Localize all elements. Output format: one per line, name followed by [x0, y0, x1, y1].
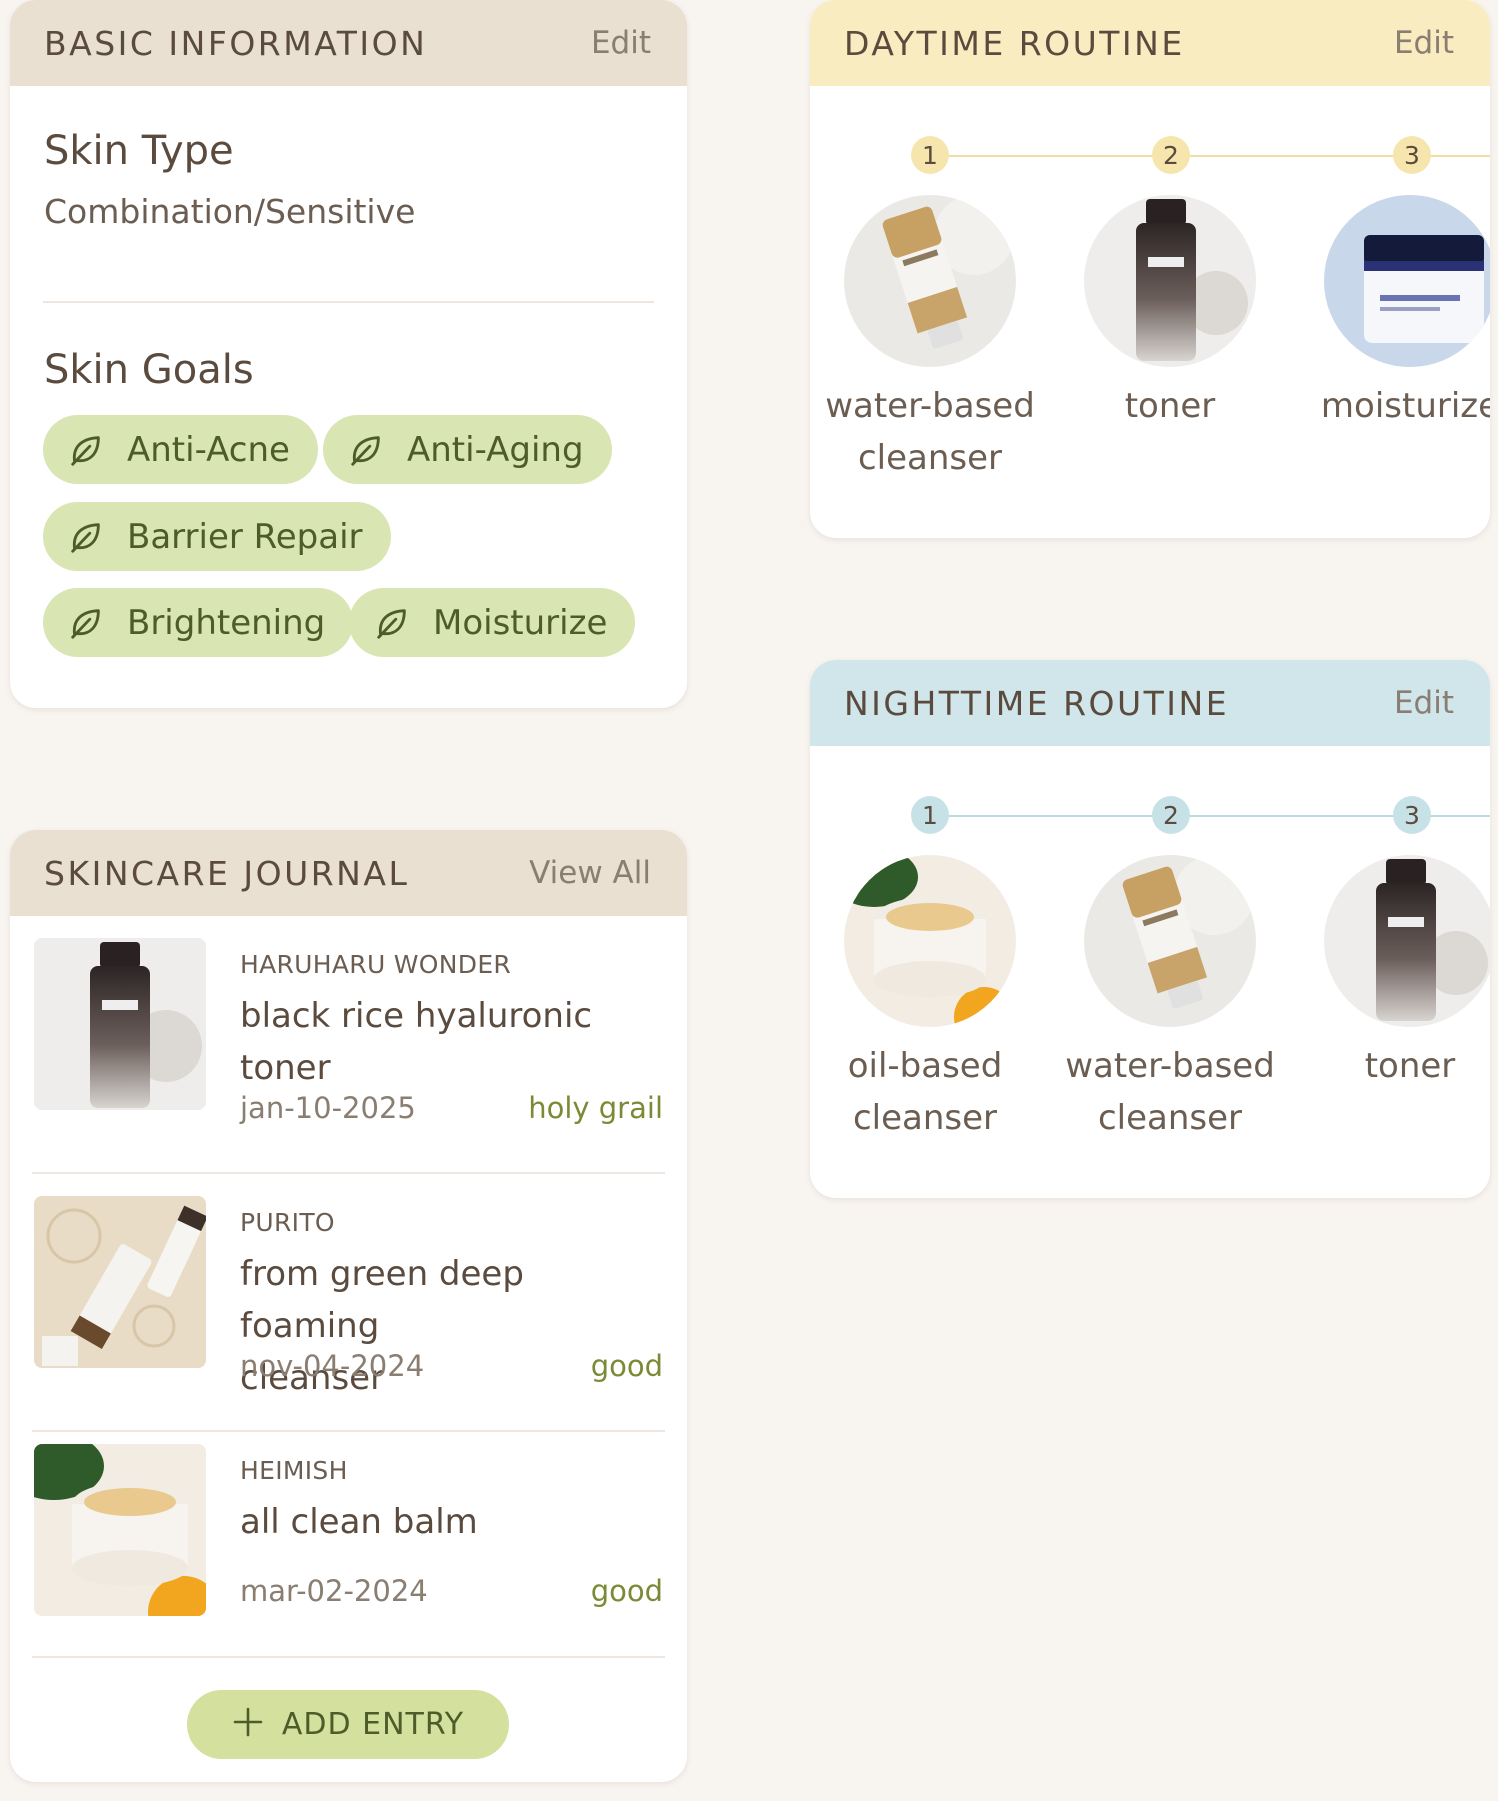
goal-chip-anti-acne[interactable]: Anti-Acne	[43, 415, 318, 484]
goal-chip-anti-aging[interactable]: Anti-Aging	[323, 415, 612, 484]
skin-goals-title: Skin Goals	[44, 347, 254, 393]
step-label: oil-based cleanser	[847, 1046, 1003, 1138]
goal-chip-barrier-repair[interactable]: Barrier Repair	[43, 502, 391, 571]
skin-type-value: Combination/Sensitive	[44, 192, 416, 231]
skincare-journal-header: SKINCARE JOURNAL View All	[10, 830, 687, 916]
basic-edit-button[interactable]: Edit	[591, 25, 651, 61]
product-image-balm-jar[interactable]	[844, 855, 1016, 1027]
journal-entry[interactable]: PURITO from green deep foaming cleanser n…	[10, 1174, 687, 1432]
basic-information-card: BASIC INFORMATION Edit Skin Type Combina…	[10, 0, 687, 708]
product-image-cleanser-tube[interactable]	[1084, 855, 1256, 1027]
entry-brand: HEIMISH	[240, 1456, 348, 1485]
goal-chip-label: Barrier Repair	[127, 516, 363, 557]
product-image-cleanser-tube[interactable]	[844, 195, 1016, 367]
entry-brand: PURITO	[240, 1208, 335, 1237]
nighttime-routine-header: NIGHTTIME ROUTINE Edit	[810, 660, 1490, 746]
nighttime-routine-card: NIGHTTIME ROUTINE Edit 1 2 3 oil-based cl…	[810, 660, 1490, 1198]
goal-chip-label: Anti-Acne	[127, 429, 290, 470]
step-number: 2	[1152, 796, 1190, 834]
entry-product-name: all clean balm	[240, 1502, 478, 1542]
entry-product-name: black rice hyaluronic toner	[240, 996, 593, 1088]
entry-date: nov-04-2024	[240, 1349, 425, 1383]
leaf-icon	[65, 602, 107, 644]
leaf-icon	[345, 429, 387, 471]
goal-chip-brightening[interactable]: Brightening	[43, 588, 354, 657]
entry-rating: good	[590, 1349, 663, 1383]
step-label: toner	[1364, 1046, 1456, 1086]
product-image-foaming-cleanser	[34, 1196, 206, 1368]
goal-chip-label: Anti-Aging	[407, 429, 584, 470]
step-label: water-based cleanser	[825, 386, 1035, 478]
section-divider	[43, 301, 654, 303]
product-image-moisturizer-jar[interactable]	[1324, 195, 1490, 367]
entry-divider	[32, 1656, 665, 1658]
add-entry-label: ADD ENTRY	[281, 1707, 465, 1742]
step-number: 3	[1393, 136, 1431, 174]
product-image-toner-bottle	[34, 938, 206, 1110]
entry-date: jan-10-2025	[240, 1091, 416, 1125]
product-image-toner-bottle[interactable]	[1084, 195, 1256, 367]
skincare-journal-card: SKINCARE JOURNAL View All HARUHARU WONDE…	[10, 830, 687, 1782]
entry-rating: holy grail	[528, 1091, 663, 1125]
nighttime-edit-button[interactable]: Edit	[1394, 685, 1454, 721]
skin-type-title: Skin Type	[44, 128, 234, 174]
step-number: 3	[1393, 796, 1431, 834]
daytime-routine-title: DAYTIME ROUTINE	[844, 23, 1185, 63]
daytime-routine-card: DAYTIME ROUTINE Edit 1 2 3 water-based cl…	[810, 0, 1490, 538]
basic-information-title: BASIC INFORMATION	[44, 23, 428, 63]
skincare-journal-title: SKINCARE JOURNAL	[44, 853, 410, 893]
step-number: 1	[911, 136, 949, 174]
leaf-icon	[371, 602, 413, 644]
leaf-icon	[65, 516, 107, 558]
entry-date: mar-02-2024	[240, 1574, 428, 1608]
step-label: moisturize	[1320, 386, 1490, 426]
leaf-icon	[65, 429, 107, 471]
entry-rating: good	[590, 1574, 663, 1608]
basic-information-header: BASIC INFORMATION Edit	[10, 0, 687, 86]
daytime-edit-button[interactable]: Edit	[1394, 25, 1454, 61]
view-all-button[interactable]: View All	[529, 855, 651, 891]
step-label: toner	[1124, 386, 1216, 426]
add-entry-button[interactable]: ADD ENTRY	[187, 1690, 509, 1759]
product-image-toner-bottle[interactable]	[1324, 855, 1490, 1027]
step-number: 2	[1152, 136, 1190, 174]
journal-entry[interactable]: HARUHARU WONDER black rice hyaluronic ton…	[10, 916, 687, 1174]
step-number: 1	[911, 796, 949, 834]
step-label: water-based cleanser	[1065, 1046, 1275, 1138]
product-image-balm-jar	[34, 1444, 206, 1616]
journal-entry[interactable]: HEIMISH all clean balm mar-02-2024 good	[10, 1432, 687, 1658]
nighttime-routine-title: NIGHTTIME ROUTINE	[844, 683, 1230, 723]
entry-brand: HARUHARU WONDER	[240, 950, 512, 979]
goal-chip-label: Brightening	[127, 602, 326, 643]
daytime-routine-header: DAYTIME ROUTINE Edit	[810, 0, 1490, 86]
goal-chip-moisturize[interactable]: Moisturize	[349, 588, 636, 657]
plus-icon	[232, 1705, 264, 1745]
goal-chip-label: Moisturize	[433, 602, 608, 643]
